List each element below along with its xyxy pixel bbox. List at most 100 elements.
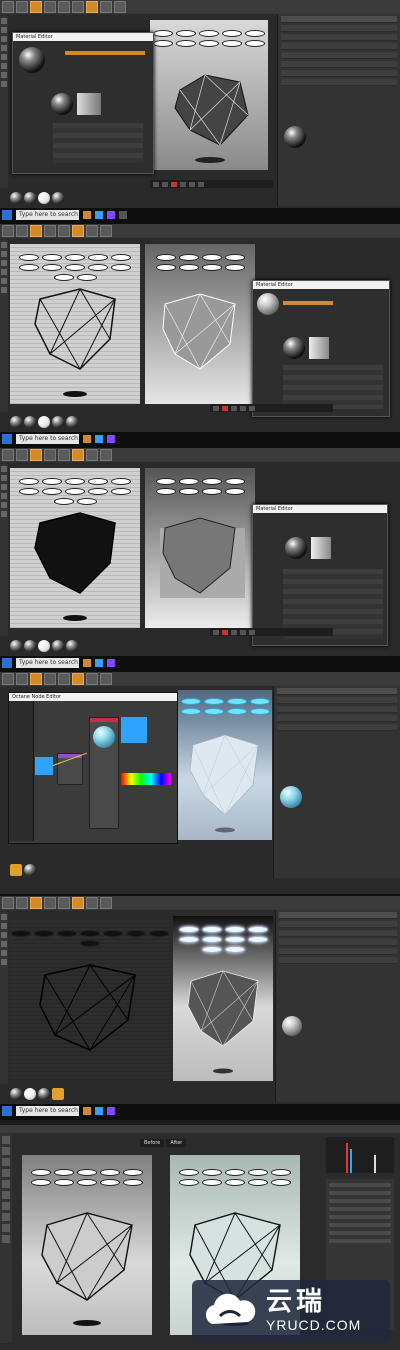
parameter-list[interactable] bbox=[283, 365, 383, 409]
render-viewport[interactable] bbox=[150, 20, 268, 170]
wire-sculpture-icon bbox=[34, 512, 116, 621]
taskbar-search[interactable]: Type here to search bbox=[16, 658, 79, 668]
windows-start-icon[interactable] bbox=[2, 1106, 12, 1116]
pen-icon[interactable] bbox=[100, 1, 112, 13]
watermark-chinese: 云瑞 bbox=[266, 1287, 327, 1317]
color-node-swatch[interactable] bbox=[35, 757, 53, 775]
node-preview-sphere bbox=[93, 726, 115, 748]
timeline[interactable] bbox=[210, 404, 333, 412]
octane-node-editor[interactable]: Octane Node Editor bbox=[8, 692, 178, 844]
tab-after[interactable]: After bbox=[166, 1139, 187, 1147]
object-manager bbox=[275, 910, 400, 1102]
material-preview-sphere bbox=[257, 293, 279, 315]
gradient-swatch[interactable] bbox=[309, 337, 329, 359]
faceted-sculpture-icon bbox=[187, 970, 259, 1074]
watermark-url: YRUCD.COM bbox=[266, 1317, 362, 1333]
color-spectrum[interactable] bbox=[121, 773, 171, 785]
material-manager bbox=[10, 864, 36, 878]
render-viewport[interactable] bbox=[178, 690, 272, 840]
left-toolbar bbox=[0, 16, 8, 188]
object-manager bbox=[273, 686, 400, 878]
editor-viewport[interactable] bbox=[10, 244, 140, 404]
render-viewport[interactable] bbox=[173, 916, 273, 1081]
c4d-toolbar bbox=[0, 224, 400, 238]
left-toolbar bbox=[0, 464, 8, 636]
redo-icon[interactable] bbox=[16, 1, 28, 13]
tab-before[interactable]: Before bbox=[140, 1139, 165, 1147]
gradient-swatch[interactable] bbox=[311, 537, 331, 559]
rotate-icon[interactable] bbox=[72, 1, 84, 13]
material-manager bbox=[10, 640, 78, 654]
watermark-logo: 云瑞 YRUCD.COM bbox=[192, 1280, 390, 1342]
cloud-logo-icon bbox=[200, 1290, 258, 1332]
app-icon[interactable] bbox=[95, 659, 103, 667]
scale-icon[interactable] bbox=[58, 1, 70, 13]
undo-icon[interactable] bbox=[2, 1, 14, 13]
app-icon[interactable] bbox=[83, 1107, 91, 1115]
app-icon[interactable] bbox=[107, 435, 115, 443]
left-toolbar bbox=[0, 240, 8, 412]
windows-start-icon[interactable] bbox=[2, 658, 12, 668]
render-viewport[interactable] bbox=[145, 244, 255, 404]
app-icon[interactable] bbox=[107, 659, 115, 667]
taskbar-search[interactable]: Type here to search bbox=[16, 1106, 79, 1116]
light-icon[interactable] bbox=[114, 1, 126, 13]
cube-icon[interactable] bbox=[86, 1, 98, 13]
active-tab[interactable] bbox=[65, 51, 145, 55]
app-icon[interactable] bbox=[95, 1107, 103, 1115]
timeline[interactable] bbox=[210, 628, 333, 636]
app-icon[interactable] bbox=[119, 211, 127, 219]
windows-taskbar: Type here to search bbox=[0, 656, 400, 670]
screen-2: Material Editor Type here to search bbox=[0, 224, 400, 448]
dialog-title: Octane Node Editor bbox=[9, 693, 177, 701]
move-icon[interactable] bbox=[44, 1, 56, 13]
material-editor-dialog: Material Editor bbox=[252, 504, 388, 646]
wire-sculpture-icon bbox=[39, 964, 136, 1051]
app-icon[interactable] bbox=[95, 435, 103, 443]
material-node[interactable] bbox=[89, 717, 119, 829]
editor-viewport[interactable] bbox=[10, 920, 170, 1080]
material-manager bbox=[10, 416, 78, 430]
app-icon[interactable] bbox=[83, 659, 91, 667]
app-icon[interactable] bbox=[95, 211, 103, 219]
left-toolbar bbox=[0, 912, 8, 1084]
histogram-panel bbox=[326, 1137, 394, 1173]
taskbar-search[interactable]: Type here to search bbox=[16, 210, 79, 220]
taskbar-search[interactable]: Type here to search bbox=[16, 434, 79, 444]
app-icon[interactable] bbox=[107, 1107, 115, 1115]
screen-3: Material Editor Type here to search bbox=[0, 448, 400, 672]
material-sub-preview bbox=[283, 337, 305, 359]
render-icon[interactable] bbox=[30, 1, 42, 13]
windows-start-icon[interactable] bbox=[2, 434, 12, 444]
dialog-title: Material Editor bbox=[253, 281, 389, 289]
app-icon[interactable] bbox=[83, 435, 91, 443]
app-icon[interactable] bbox=[83, 211, 91, 219]
wire-sculpture-icon bbox=[34, 287, 116, 397]
node-list[interactable] bbox=[9, 701, 34, 841]
faceted-sculpture-icon bbox=[189, 734, 259, 833]
screen-1: Material Editor Type here to search bbox=[0, 0, 400, 224]
timeline[interactable] bbox=[150, 180, 273, 188]
material-manager bbox=[10, 192, 64, 206]
parameter-list[interactable] bbox=[53, 123, 143, 163]
screenshot-collage: Material Editor Type here to search Mate… bbox=[0, 0, 400, 1350]
material-editor-dialog: Material Editor bbox=[252, 280, 390, 417]
wire-sculpture-icon bbox=[160, 517, 245, 598]
windows-start-icon[interactable] bbox=[2, 210, 12, 220]
ps-menu-bar bbox=[0, 1125, 400, 1133]
material-preview-sphere bbox=[19, 47, 45, 73]
editor-viewport[interactable] bbox=[10, 468, 140, 628]
color-preview bbox=[121, 717, 147, 743]
faceted-sculpture-icon bbox=[41, 1211, 133, 1326]
canvas-before[interactable] bbox=[22, 1155, 152, 1335]
compare-tabs: Before After bbox=[140, 1139, 187, 1147]
c4d-toolbar bbox=[0, 448, 400, 462]
c4d-toolbar bbox=[0, 896, 400, 910]
dialog-title: Material Editor bbox=[13, 33, 153, 41]
gradient-swatch[interactable] bbox=[77, 93, 101, 115]
active-tab[interactable] bbox=[283, 301, 333, 305]
windows-taskbar: Type here to search bbox=[0, 208, 400, 222]
render-viewport[interactable] bbox=[145, 468, 255, 628]
app-icon[interactable] bbox=[107, 211, 115, 219]
windows-taskbar: Type here to search bbox=[0, 432, 400, 446]
